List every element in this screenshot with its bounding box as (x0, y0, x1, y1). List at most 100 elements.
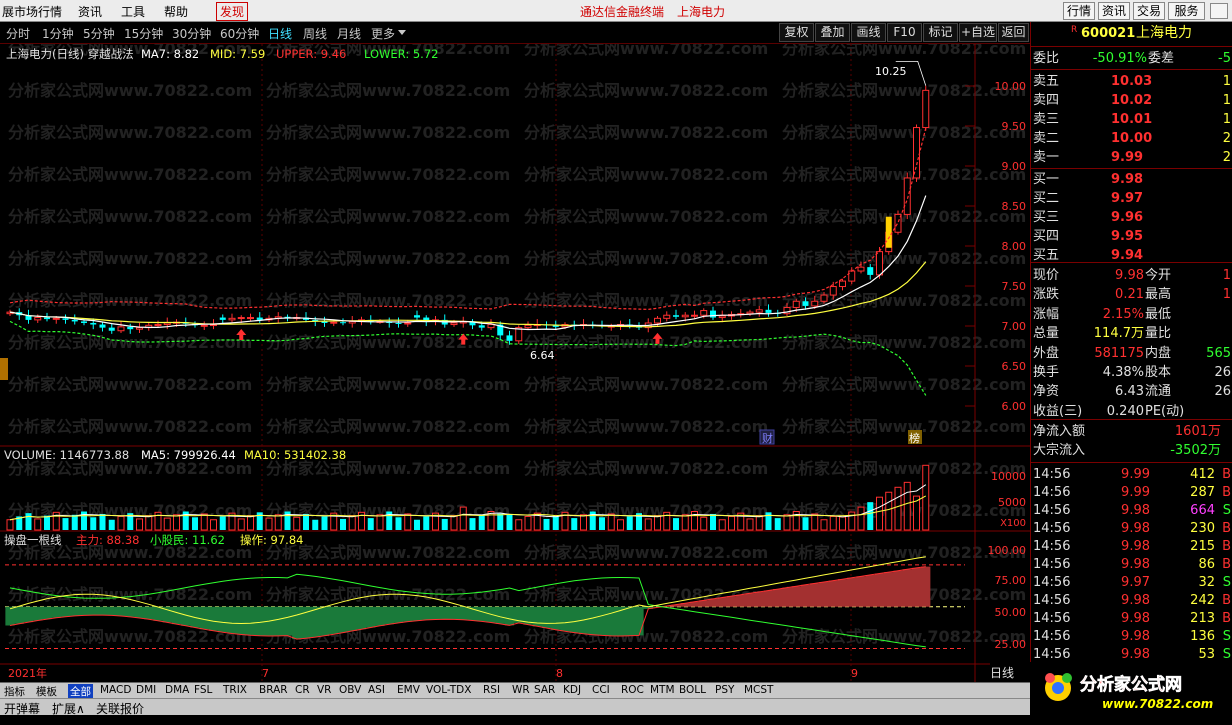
buy-row[interactable]: 买三 9.96 (1031, 208, 1232, 227)
menu-help[interactable]: 帮助 (164, 3, 188, 20)
news-button[interactable]: 资讯 (1098, 2, 1130, 20)
candle[interactable] (737, 309, 745, 318)
candle[interactable] (62, 314, 69, 324)
tick-row[interactable]: 14:56 9.98 215 B (1031, 537, 1232, 556)
candle[interactable] (219, 314, 226, 323)
candle[interactable] (580, 319, 587, 330)
candle[interactable] (414, 310, 420, 320)
period-tab-timeshare[interactable]: 分时 (6, 25, 30, 42)
trade-button[interactable]: 交易 (1133, 2, 1165, 20)
candle[interactable] (469, 319, 476, 330)
buy-row[interactable]: 买二 9.97 (1031, 189, 1232, 208)
mark-button[interactable]: 标记 (923, 23, 958, 42)
period-tab-1min[interactable]: 1分钟 (42, 25, 74, 42)
candle[interactable] (99, 322, 106, 332)
tick-row[interactable]: 14:56 9.98 664 S (1031, 501, 1232, 520)
indicator-tab[interactable]: VOL-TDX (426, 684, 471, 696)
tick-row[interactable]: 14:56 9.98 136 S (1031, 627, 1232, 646)
candle[interactable] (200, 321, 208, 330)
candle[interactable] (274, 312, 282, 323)
candle[interactable] (599, 320, 605, 329)
indicator-tab[interactable]: ROC (621, 684, 644, 696)
candle[interactable] (663, 311, 671, 322)
overlay-button[interactable]: 叠加 (815, 23, 850, 42)
period-tab-15min[interactable]: 15分钟 (124, 25, 163, 42)
indicator-tab[interactable]: OBV (339, 684, 361, 696)
menu-tools[interactable]: 工具 (121, 3, 145, 20)
indicator-tab[interactable]: MCST (744, 684, 773, 696)
tick-row[interactable]: 14:56 9.98 230 B (1031, 519, 1232, 538)
candle[interactable] (718, 310, 726, 323)
tick-row[interactable]: 14:56 9.99 412 B (1031, 465, 1232, 484)
indicator-tab[interactable]: 指标 (4, 684, 25, 699)
indicator-tab[interactable]: DMI (136, 684, 156, 696)
candle[interactable] (459, 316, 467, 328)
candle[interactable] (607, 323, 615, 331)
sell-row[interactable]: 卖一 9.99 2 (1031, 148, 1232, 167)
candle[interactable] (247, 313, 254, 322)
period-tab-30min[interactable]: 30分钟 (172, 25, 211, 42)
tick-row[interactable]: 14:56 9.99 287 B (1031, 483, 1232, 502)
candle[interactable] (386, 317, 393, 328)
period-tab-monthly[interactable]: 月线 (337, 25, 361, 42)
indicator-tab[interactable]: WR (512, 684, 530, 696)
period-tab-daily[interactable]: 日线 (268, 25, 292, 42)
indicator-tab[interactable]: KDJ (563, 684, 581, 696)
tick-row[interactable]: 14:56 9.97 32 S (1031, 573, 1232, 592)
candle[interactable] (117, 321, 125, 334)
candle[interactable] (340, 318, 346, 326)
candle[interactable] (903, 172, 911, 220)
chevron-down-icon[interactable] (398, 30, 406, 35)
f10-button[interactable]: F10 (887, 23, 922, 42)
sell-row[interactable]: 卖三 10.01 1 (1031, 110, 1232, 129)
chart-area[interactable]: 分析家公式网www.70822.com 分析家公式网www.70822.com 分析… (0, 44, 1030, 682)
side-expand-icon[interactable] (0, 358, 8, 380)
buy-row[interactable]: 买一 9.98 (1031, 170, 1232, 189)
draw-button[interactable]: 画线 (851, 23, 886, 42)
buy-row[interactable]: 买四 9.95 (1031, 227, 1232, 246)
period-tab-5min[interactable]: 5分钟 (83, 25, 115, 42)
sell-row[interactable]: 卖二 10.00 2 (1031, 129, 1232, 148)
menu-discover[interactable]: 发现 (216, 2, 249, 21)
expand-tab[interactable]: 扩展∧ (52, 700, 85, 717)
adjust-button[interactable]: 复权 (779, 23, 814, 42)
candle[interactable] (154, 320, 162, 328)
candle[interactable] (293, 313, 301, 321)
period-tab-60min[interactable]: 60分钟 (220, 25, 259, 42)
indicator-tab[interactable]: 全部 (68, 684, 93, 699)
indicator-tab[interactable]: BOLL (679, 684, 706, 696)
indicator-tab[interactable]: 模板 (36, 684, 57, 699)
indicator-tab[interactable]: SAR (534, 684, 555, 696)
indicator-tab[interactable]: MACD (100, 684, 131, 696)
period-tab-more[interactable]: 更多 (371, 25, 395, 42)
candle[interactable] (524, 321, 532, 330)
candle[interactable] (321, 316, 328, 327)
candle[interactable] (894, 210, 902, 235)
candle[interactable] (922, 85, 930, 131)
tick-row[interactable]: 14:56 9.98 86 B (1031, 555, 1232, 574)
candle[interactable] (25, 309, 32, 324)
related-quote-tab[interactable]: 关联报价 (96, 700, 144, 717)
candle[interactable] (515, 325, 523, 344)
indicator-tab[interactable]: FSL (194, 684, 212, 696)
menu-news[interactable]: 资讯 (78, 3, 102, 20)
indicator-tab[interactable]: MTM (650, 684, 675, 696)
danmaku-tab[interactable]: 开弹幕 (4, 700, 40, 717)
indicator-tab[interactable]: EMV (397, 684, 420, 696)
add-watchlist-button[interactable]: +自选 (959, 23, 997, 42)
indicator-tab[interactable]: DMA (165, 684, 189, 696)
candle[interactable] (404, 319, 412, 327)
service-button[interactable]: 服务 (1168, 2, 1205, 20)
indicator-tab[interactable]: RSI (483, 684, 500, 696)
sell-row[interactable]: 卖五 10.03 1 (1031, 72, 1232, 91)
indicator-tab[interactable]: BRAR (259, 684, 288, 696)
menu-market[interactable]: 展市场行情 (2, 3, 62, 20)
candle[interactable] (228, 313, 236, 323)
indicator-tab[interactable]: CCI (592, 684, 610, 696)
indicator-tab[interactable]: TRIX (223, 684, 247, 696)
restore-icon[interactable] (1210, 3, 1228, 19)
sell-row[interactable]: 卖四 10.02 1 (1031, 91, 1232, 110)
indicator-tab[interactable]: VR (317, 684, 331, 696)
period-tab-weekly[interactable]: 周线 (303, 25, 327, 42)
candle[interactable] (256, 312, 263, 323)
